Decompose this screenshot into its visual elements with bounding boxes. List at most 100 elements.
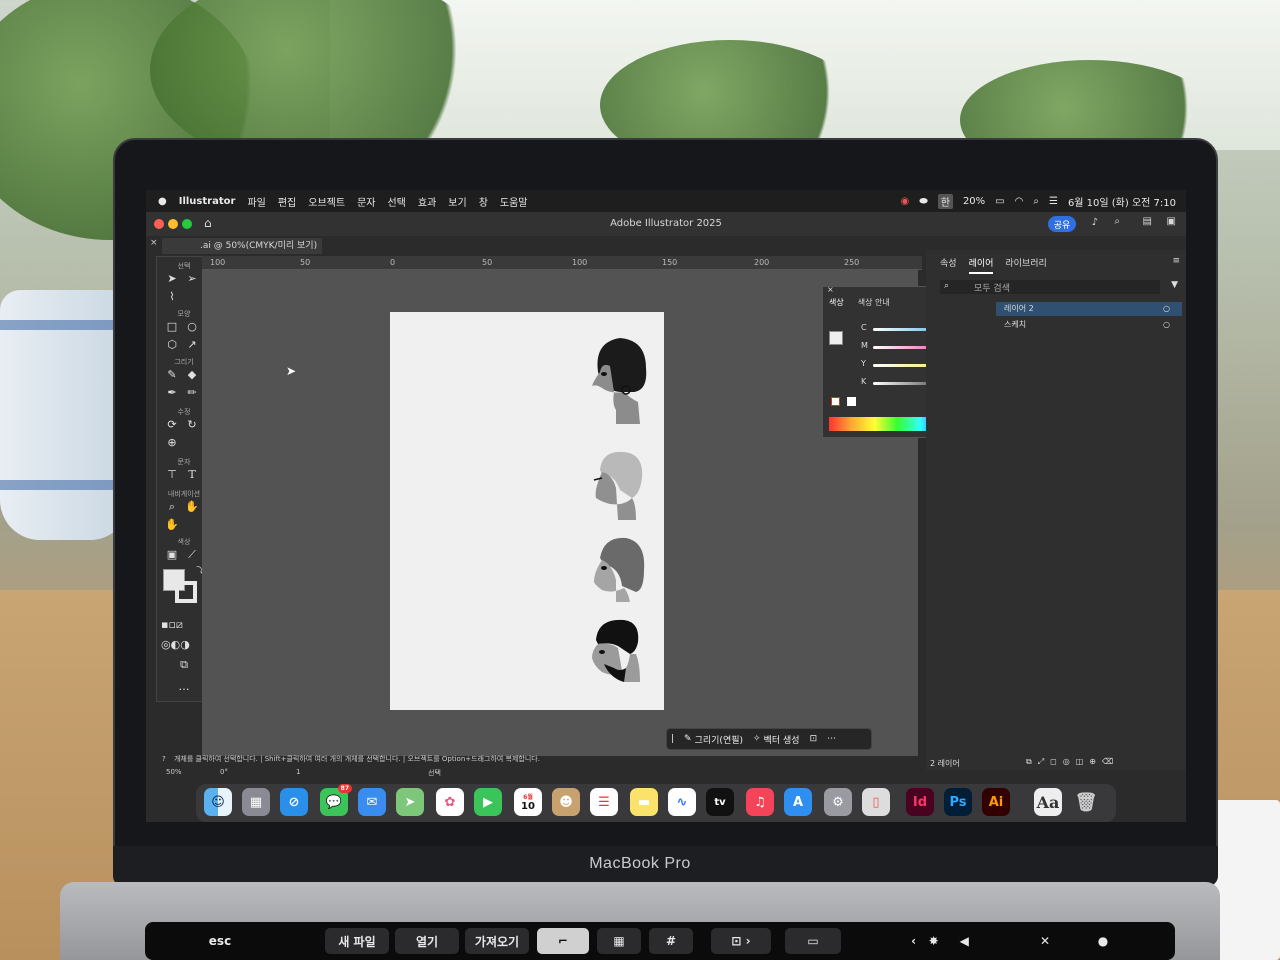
direct-selection-tool-icon[interactable]: ➢	[183, 271, 201, 287]
brush-tool-icon[interactable]: ✏	[183, 385, 201, 401]
polygon-tool-icon[interactable]: ⬡	[163, 337, 181, 353]
menu-help[interactable]: 도움말	[500, 194, 528, 209]
battery-icon[interactable]: ▭	[995, 196, 1004, 207]
draw-mode-icon[interactable]: ◎◐◑	[161, 637, 190, 653]
drag-handle[interactable]: |	[671, 734, 674, 744]
canvas[interactable]: ➤	[202, 270, 918, 756]
panel-menu-icon[interactable]: ≡	[1172, 256, 1180, 266]
touchbar-esc[interactable]: esc	[165, 928, 275, 954]
draw-pencil-button[interactable]: ✎ 그리기(연필)	[684, 733, 743, 746]
screen-mode-icon[interactable]: ⧉	[175, 657, 193, 673]
touchbar-hash-icon[interactable]: #	[649, 928, 693, 954]
search-icon[interactable]: ⌕	[1114, 216, 1120, 227]
type-tool-icon[interactable]: T	[183, 467, 201, 483]
menu-datetime[interactable]: 6월 10일 (화) 오전 7:10	[1068, 194, 1176, 209]
menu-edit[interactable]: 편집	[278, 194, 296, 209]
search-icon[interactable]: ⌕	[1033, 196, 1039, 207]
none-swatch[interactable]	[831, 397, 840, 406]
filter-icon[interactable]: ▼	[1171, 280, 1178, 290]
rectangle-tool-icon[interactable]: □	[163, 319, 181, 335]
layer-row[interactable]: 스케치 ○	[996, 318, 1182, 332]
hand-tool-icon[interactable]: ✋	[183, 499, 201, 515]
touchbar-artboard-icon[interactable]: ⌐	[537, 928, 589, 954]
freeform-icon[interactable]: ∿	[668, 788, 696, 816]
pen-tool-icon[interactable]: ✒	[163, 385, 181, 401]
menu-window[interactable]: 창	[479, 194, 488, 209]
illustration-face-man-beard[interactable]	[580, 612, 650, 712]
menu-effect[interactable]: 효과	[418, 194, 436, 209]
tab-libraries[interactable]: 라이브러리	[1005, 256, 1046, 274]
menu-file[interactable]: 파일	[247, 194, 265, 209]
indesign-icon[interactable]: Id	[906, 788, 934, 816]
shape-builder-tool-icon[interactable]: ⊕	[163, 435, 181, 451]
tv-icon[interactable]: tv	[706, 788, 734, 816]
tab-color[interactable]: 색상	[829, 297, 844, 308]
artboard-number[interactable]: 1	[296, 768, 300, 776]
help-icon[interactable]: ?	[162, 755, 166, 763]
contacts-icon[interactable]: ☻	[552, 788, 580, 816]
touchbar-grid-icon[interactable]: ▦	[597, 928, 641, 954]
close-tab-icon[interactable]: ×	[150, 238, 158, 248]
music-icon[interactable]: ♫	[746, 788, 774, 816]
facetime-icon[interactable]: ▶	[474, 788, 502, 816]
calendar-icon[interactable]: 6월 10	[514, 788, 542, 816]
notification-icon[interactable]: ♪	[1092, 217, 1098, 228]
visibility-icon[interactable]: ○	[1163, 302, 1170, 316]
tab-layers[interactable]: 레이어	[968, 256, 994, 274]
touchbar-siri-icon[interactable]: ●	[1085, 928, 1121, 954]
control-center-icon[interactable]: ☰	[1049, 196, 1058, 207]
document-tab[interactable]: .ai @ 50%(CMYK/미리 보기)	[162, 238, 322, 254]
font-book-icon[interactable]: Aa	[1034, 788, 1062, 816]
photoshop-icon[interactable]: Ps	[944, 788, 972, 816]
safari-icon[interactable]: ⊘	[280, 788, 308, 816]
visibility-icon[interactable]: ○	[1163, 318, 1170, 332]
eyedropper-tool-icon[interactable]: ⟋	[183, 547, 201, 563]
area-type-tool-icon[interactable]: ⊤	[163, 467, 181, 483]
iphone-mirroring-icon[interactable]: ▯	[862, 788, 890, 816]
touchbar-mute-icon[interactable]: ✕	[1025, 928, 1065, 954]
notes-icon[interactable]: ▬	[630, 788, 658, 816]
layers-footer-icons[interactable]: ⧉⤢◻◎◫⊕⌫	[1026, 757, 1119, 767]
status-mode[interactable]: 선택	[428, 768, 441, 778]
menu-view[interactable]: 보기	[448, 194, 466, 209]
generate-vector-button[interactable]: ✧ 벡터 생성	[753, 733, 800, 746]
menu-type[interactable]: 문자	[357, 194, 375, 209]
width-tool-icon[interactable]: ⟳	[163, 417, 181, 433]
artboard[interactable]	[390, 312, 664, 710]
lasso-tool-icon[interactable]: ⌇	[163, 289, 181, 305]
ellipse-tool-icon[interactable]: ○	[183, 319, 201, 335]
illustration-face-woman-curly[interactable]	[580, 332, 650, 432]
touchbar-open[interactable]: 열기	[395, 928, 459, 954]
creative-cloud-icon[interactable]: ◉	[900, 196, 909, 207]
touchbar-new-file[interactable]: 새 파일	[325, 928, 389, 954]
more-tools-icon[interactable]: …	[175, 679, 193, 695]
app-store-icon[interactable]: A	[784, 788, 812, 816]
touchbar-crop-icon[interactable]: ⊡ ›	[711, 928, 771, 954]
share-button[interactable]: 공유	[1048, 216, 1076, 232]
zoom-tool-icon[interactable]: ⌕	[163, 499, 181, 515]
menu-object[interactable]: 오브젝트	[308, 194, 345, 209]
selection-tool-icon[interactable]: ➤	[163, 271, 181, 287]
gradient-tool-icon[interactable]: ▣	[163, 547, 181, 563]
illustration-face-man-swept[interactable]	[580, 440, 650, 540]
image-icon[interactable]: ⊡	[810, 734, 818, 744]
mail-icon[interactable]: ✉	[358, 788, 386, 816]
touchbar-brightness-icon[interactable]: ‹ ✸ ◀	[865, 928, 1015, 954]
layer-row[interactable]: 레이어 2 ○	[996, 302, 1182, 316]
rotate-tool-icon[interactable]: ↻	[183, 417, 201, 433]
color-mode-icon[interactable]: ▪▫⧄	[161, 617, 183, 633]
rotate-view-tool-icon[interactable]: ✋	[163, 517, 181, 533]
close-panel-icon[interactable]: ×	[827, 285, 834, 294]
white-swatch[interactable]	[847, 397, 856, 406]
touchbar-window-icon[interactable]: ▭	[785, 928, 841, 954]
stroke-swatch[interactable]	[175, 581, 197, 603]
apple-icon[interactable]: ●	[158, 196, 167, 207]
workspace-icon[interactable]: ▤	[1143, 216, 1152, 227]
tab-properties[interactable]: 속성	[940, 256, 957, 274]
maps-icon[interactable]: ➤	[396, 788, 424, 816]
system-settings-icon[interactable]: ⚙	[824, 788, 852, 816]
shaper-tool-icon[interactable]: ↗	[183, 337, 201, 353]
eraser-tool-icon[interactable]: ◆	[183, 367, 201, 383]
reminders-icon[interactable]: ☰	[590, 788, 618, 816]
touchbar-import[interactable]: 가져오기	[465, 928, 529, 954]
